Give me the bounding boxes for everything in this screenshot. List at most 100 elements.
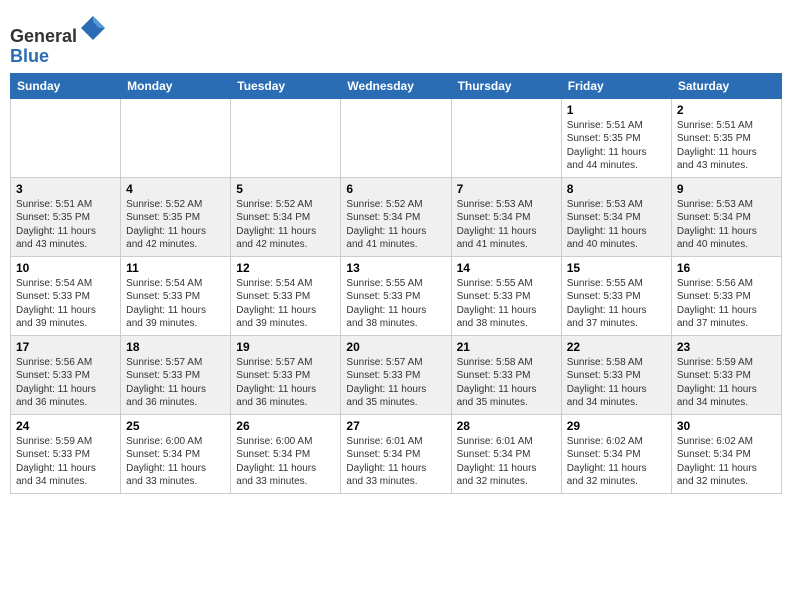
logo-icon [79,14,107,42]
day-number: 30 [677,419,776,433]
logo: General Blue [10,14,107,67]
day-info: Sunrise: 6:01 AM Sunset: 5:34 PM Dayligh… [457,435,556,489]
day-info: Sunrise: 5:51 AM Sunset: 5:35 PM Dayligh… [16,198,115,252]
calendar-cell: 9Sunrise: 5:53 AM Sunset: 5:34 PM Daylig… [671,177,781,256]
day-info: Sunrise: 6:02 AM Sunset: 5:34 PM Dayligh… [677,435,776,489]
calendar-cell [11,98,121,177]
day-number: 28 [457,419,556,433]
calendar-week-row: 10 Sunrise: 5:54 AM Sunset: 5:33 PM Dayli… [11,256,782,335]
weekday-header-monday: Monday [121,73,231,98]
calendar-week-row: 3 Sunrise: 5:51 AM Sunset: 5:35 PM Daylig… [11,177,782,256]
calendar-cell: 11 Sunrise: 5:54 AM Sunset: 5:33 PM Dayli… [121,256,231,335]
day-number: 23 [677,340,776,354]
day-info: Sunrise: 6:00 AM Sunset: 5:34 PM Dayligh… [126,435,225,489]
logo-text: General Blue [10,14,107,67]
page-header: General Blue [10,10,782,67]
day-number: 10 [16,261,115,275]
logo-blue: Blue [10,46,49,66]
day-number: 20 [346,340,445,354]
day-number: 11 [126,261,225,275]
calendar-cell: 14 Sunrise: 5:55 AM Sunset: 5:33 PM Dayli… [451,256,561,335]
weekday-header-wednesday: Wednesday [341,73,451,98]
day-info: Sunrise: 5:54 AM Sunset: 5:33 PM Dayligh… [16,277,115,331]
calendar-cell: 30 Sunrise: 6:02 AM Sunset: 5:34 PM Dayli… [671,414,781,493]
calendar-cell: 22Sunrise: 5:58 AM Sunset: 5:33 PM Dayli… [561,335,671,414]
weekday-header-thursday: Thursday [451,73,561,98]
calendar-cell: 24 Sunrise: 5:59 AM Sunset: 5:33 PM Dayli… [11,414,121,493]
day-number: 29 [567,419,666,433]
day-info: Sunrise: 5:53 AM Sunset: 5:34 PM Dayligh… [457,198,556,252]
calendar-cell [231,98,341,177]
day-info: Sunrise: 6:01 AM Sunset: 5:34 PM Dayligh… [346,435,445,489]
day-info: Sunrise: 5:59 AM Sunset: 5:33 PM Dayligh… [16,435,115,489]
calendar-cell: 18 Sunrise: 5:57 AM Sunset: 5:33 PM Dayli… [121,335,231,414]
weekday-header-saturday: Saturday [671,73,781,98]
day-info: Sunrise: 6:02 AM Sunset: 5:34 PM Dayligh… [567,435,666,489]
day-number: 5 [236,182,335,196]
day-number: 2 [677,103,776,117]
day-info: Sunrise: 5:52 AM Sunset: 5:34 PM Dayligh… [346,198,445,252]
day-number: 14 [457,261,556,275]
day-info: Sunrise: 5:59 AM Sunset: 5:33 PM Dayligh… [677,356,776,410]
calendar-cell: 27 Sunrise: 6:01 AM Sunset: 5:34 PM Dayli… [341,414,451,493]
day-info: Sunrise: 5:57 AM Sunset: 5:33 PM Dayligh… [236,356,335,410]
day-info: Sunrise: 5:54 AM Sunset: 5:33 PM Dayligh… [236,277,335,331]
day-number: 21 [457,340,556,354]
day-number: 4 [126,182,225,196]
calendar-cell: 15Sunrise: 5:55 AM Sunset: 5:33 PM Dayli… [561,256,671,335]
day-number: 22 [567,340,666,354]
day-number: 7 [457,182,556,196]
calendar-cell: 29 Sunrise: 6:02 AM Sunset: 5:34 PM Dayli… [561,414,671,493]
calendar-cell: 26Sunrise: 6:00 AM Sunset: 5:34 PM Dayli… [231,414,341,493]
day-info: Sunrise: 5:57 AM Sunset: 5:33 PM Dayligh… [126,356,225,410]
logo-general: General [10,26,77,46]
calendar-cell: 21Sunrise: 5:58 AM Sunset: 5:33 PM Dayli… [451,335,561,414]
weekday-header-row: SundayMondayTuesdayWednesdayThursdayFrid… [11,73,782,98]
calendar-cell [341,98,451,177]
day-info: Sunrise: 5:56 AM Sunset: 5:33 PM Dayligh… [677,277,776,331]
calendar-cell: 28 Sunrise: 6:01 AM Sunset: 5:34 PM Dayli… [451,414,561,493]
calendar-cell [121,98,231,177]
day-info: Sunrise: 5:53 AM Sunset: 5:34 PM Dayligh… [677,198,776,252]
calendar-table: SundayMondayTuesdayWednesdayThursdayFrid… [10,73,782,494]
day-number: 17 [16,340,115,354]
day-number: 3 [16,182,115,196]
calendar-cell: 2Sunrise: 5:51 AM Sunset: 5:35 PM Daylig… [671,98,781,177]
calendar-cell: 1Sunrise: 5:51 AM Sunset: 5:35 PM Daylig… [561,98,671,177]
calendar-cell: 3 Sunrise: 5:51 AM Sunset: 5:35 PM Daylig… [11,177,121,256]
day-info: Sunrise: 5:52 AM Sunset: 5:35 PM Dayligh… [126,198,225,252]
day-number: 12 [236,261,335,275]
weekday-header-friday: Friday [561,73,671,98]
calendar-week-row: 17 Sunrise: 5:56 AM Sunset: 5:33 PM Dayli… [11,335,782,414]
day-info: Sunrise: 6:00 AM Sunset: 5:34 PM Dayligh… [236,435,335,489]
day-number: 6 [346,182,445,196]
day-info: Sunrise: 5:56 AM Sunset: 5:33 PM Dayligh… [16,356,115,410]
day-info: Sunrise: 5:54 AM Sunset: 5:33 PM Dayligh… [126,277,225,331]
calendar-cell: 17 Sunrise: 5:56 AM Sunset: 5:33 PM Dayli… [11,335,121,414]
calendar-cell: 13Sunrise: 5:55 AM Sunset: 5:33 PM Dayli… [341,256,451,335]
calendar-cell: 20 Sunrise: 5:57 AM Sunset: 5:33 PM Dayli… [341,335,451,414]
calendar-cell: 7 Sunrise: 5:53 AM Sunset: 5:34 PM Daylig… [451,177,561,256]
day-info: Sunrise: 5:55 AM Sunset: 5:33 PM Dayligh… [567,277,666,331]
calendar-cell: 12 Sunrise: 5:54 AM Sunset: 5:33 PM Dayli… [231,256,341,335]
day-number: 27 [346,419,445,433]
day-info: Sunrise: 5:55 AM Sunset: 5:33 PM Dayligh… [457,277,556,331]
day-number: 25 [126,419,225,433]
calendar-cell: 8 Sunrise: 5:53 AM Sunset: 5:34 PM Daylig… [561,177,671,256]
day-number: 18 [126,340,225,354]
calendar-week-row: 24 Sunrise: 5:59 AM Sunset: 5:33 PM Dayli… [11,414,782,493]
calendar-cell: 23 Sunrise: 5:59 AM Sunset: 5:33 PM Dayli… [671,335,781,414]
day-info: Sunrise: 5:52 AM Sunset: 5:34 PM Dayligh… [236,198,335,252]
day-number: 24 [16,419,115,433]
calendar-week-row: 1Sunrise: 5:51 AM Sunset: 5:35 PM Daylig… [11,98,782,177]
day-number: 8 [567,182,666,196]
calendar-cell: 16Sunrise: 5:56 AM Sunset: 5:33 PM Dayli… [671,256,781,335]
calendar-cell: 4 Sunrise: 5:52 AM Sunset: 5:35 PM Daylig… [121,177,231,256]
weekday-header-tuesday: Tuesday [231,73,341,98]
day-info: Sunrise: 5:51 AM Sunset: 5:35 PM Dayligh… [567,119,666,173]
day-info: Sunrise: 5:55 AM Sunset: 5:33 PM Dayligh… [346,277,445,331]
day-info: Sunrise: 5:53 AM Sunset: 5:34 PM Dayligh… [567,198,666,252]
day-info: Sunrise: 5:57 AM Sunset: 5:33 PM Dayligh… [346,356,445,410]
calendar-cell: 5 Sunrise: 5:52 AM Sunset: 5:34 PM Daylig… [231,177,341,256]
weekday-header-sunday: Sunday [11,73,121,98]
